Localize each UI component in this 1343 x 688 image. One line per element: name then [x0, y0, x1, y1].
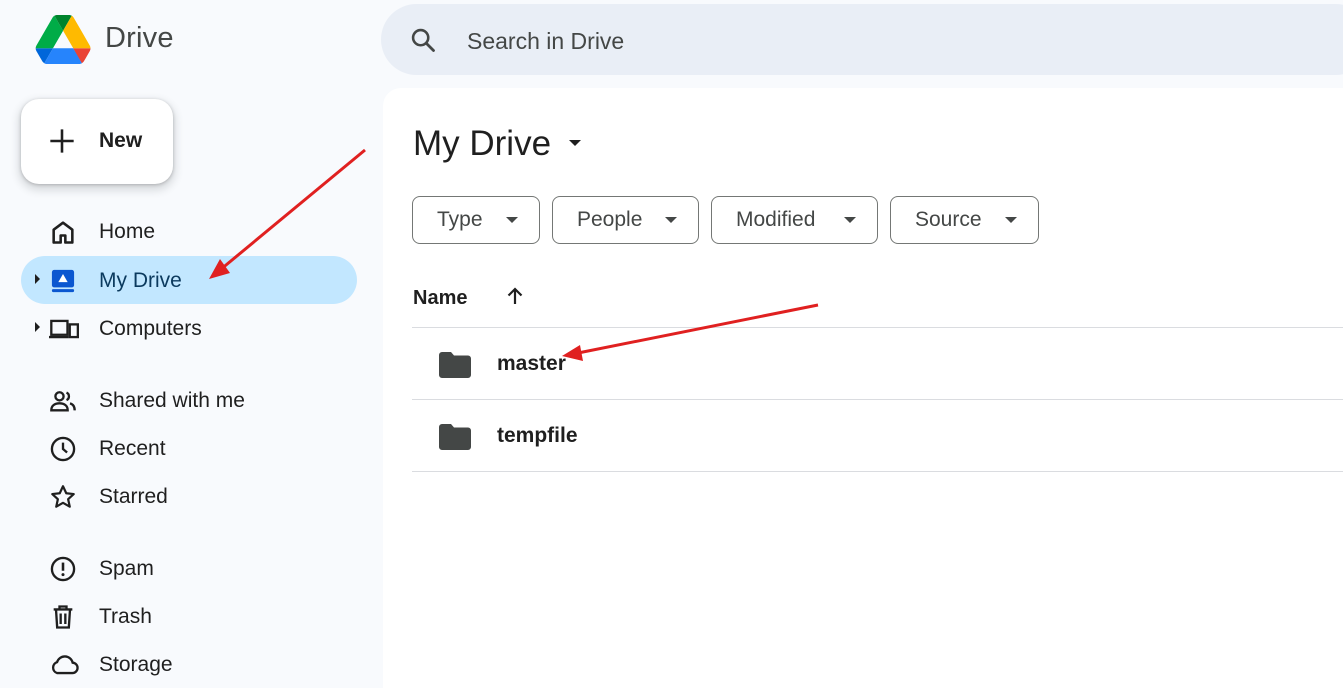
chevron-down-icon: [506, 217, 518, 223]
cloud-icon: [49, 651, 79, 679]
star-icon: [49, 483, 77, 511]
shared-icon: [49, 387, 77, 415]
sidebar-item-label: Computers: [99, 317, 202, 340]
sidebar-item-label: Trash: [99, 605, 152, 628]
sidebar-item-label: My Drive: [99, 269, 182, 292]
divider: [412, 471, 1343, 472]
filter-chip-people[interactable]: People: [552, 196, 699, 244]
sidebar-item-label: Starred: [99, 485, 168, 508]
home-icon: [49, 218, 77, 246]
sidebar-item-storage[interactable]: Storage: [21, 640, 357, 688]
chevron-down-icon: [1005, 217, 1017, 223]
folder-icon: [439, 424, 471, 450]
column-header-name[interactable]: Name: [413, 287, 467, 310]
chevron-down-icon: [844, 217, 856, 223]
trash-icon: [49, 603, 77, 631]
table-row[interactable]: tempfile: [412, 400, 1343, 472]
sidebar-item-home[interactable]: Home: [21, 207, 357, 255]
expand-caret-icon[interactable]: [35, 322, 40, 332]
clock-icon: [49, 435, 77, 463]
sidebar-item-trash[interactable]: Trash: [21, 592, 357, 640]
filter-chip-label: Modified: [736, 208, 816, 231]
search-icon[interactable]: [409, 26, 437, 54]
plus-icon: [50, 129, 74, 153]
new-button-label: New: [99, 129, 143, 152]
chevron-down-icon: [665, 217, 677, 223]
search-input[interactable]: Search in Drive: [467, 28, 624, 55]
computers-icon: [49, 315, 79, 343]
filter-chip-label: Type: [437, 208, 483, 231]
spam-icon: [49, 555, 77, 583]
sidebar-item-spam[interactable]: Spam: [21, 544, 357, 592]
file-name: master: [497, 352, 566, 375]
file-name: tempfile: [497, 424, 578, 447]
page-title[interactable]: My Drive: [413, 124, 551, 164]
title-dropdown-icon[interactable]: [569, 140, 581, 146]
table-row[interactable]: master: [412, 328, 1343, 400]
my-drive-icon: [49, 267, 77, 295]
new-button[interactable]: New: [21, 99, 173, 184]
sidebar-item-starred[interactable]: Starred: [21, 472, 357, 520]
filter-chip-label: Source: [915, 208, 982, 231]
filter-chip-label: People: [577, 208, 643, 231]
sidebar-item-label: Home: [99, 220, 156, 243]
sidebar-item-my-drive[interactable]: My Drive: [21, 256, 357, 304]
filter-chip-type[interactable]: Type: [412, 196, 540, 244]
app-name: Drive: [105, 22, 174, 54]
sidebar-item-recent[interactable]: Recent: [21, 424, 357, 472]
sidebar-item-label: Storage: [99, 653, 173, 676]
sort-arrow-up-icon[interactable]: [503, 284, 527, 308]
expand-caret-icon[interactable]: [35, 274, 40, 284]
sidebar-item-shared-with-me[interactable]: Shared with me: [21, 376, 357, 424]
sidebar-item-label: Shared with me: [99, 389, 245, 412]
sidebar-item-label: Spam: [99, 557, 154, 580]
drive-logo-icon[interactable]: [35, 15, 91, 64]
filter-chip-source[interactable]: Source: [890, 196, 1039, 244]
sidebar-item-label: Recent: [99, 437, 166, 460]
folder-icon: [439, 352, 471, 378]
filter-chip-modified[interactable]: Modified: [711, 196, 878, 244]
main-panel: My Drive Type People Modified Source Nam…: [383, 88, 1343, 688]
search-bar[interactable]: Search in Drive: [381, 4, 1343, 75]
sidebar-item-computers[interactable]: Computers: [21, 304, 357, 352]
